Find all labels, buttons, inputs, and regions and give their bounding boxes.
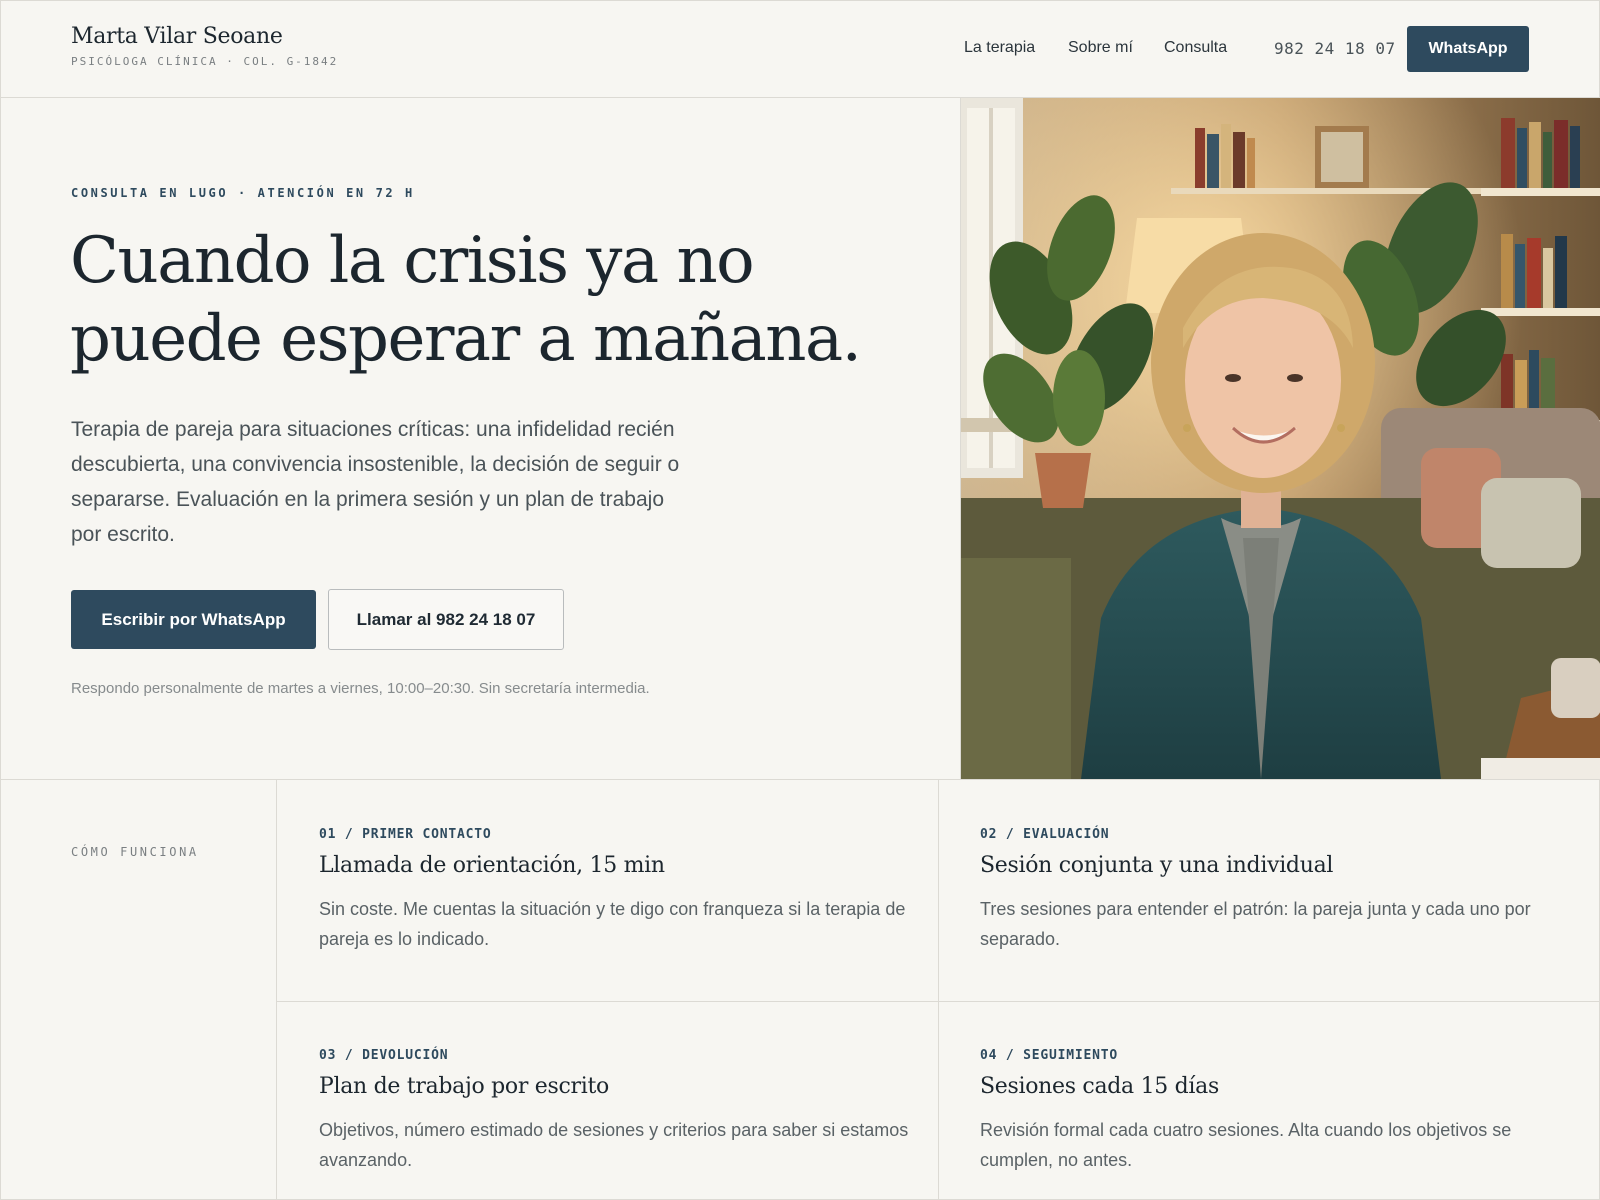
hero-lead: Terapia de pareja para situaciones críti…	[71, 418, 680, 546]
steps-section-label: CÓMO FUNCIONA	[71, 845, 199, 859]
brand[interactable]: Marta Vilar Seoane PSICÓLOGA CLÍNICA · C…	[71, 24, 338, 68]
hero-headline: Cuando la crisis ya no puede esperar a m…	[70, 224, 862, 376]
step-description: Sin coste. Me cuentas la situación y te …	[319, 899, 906, 949]
step-description: Objetivos, número estimado de sesiones y…	[319, 1120, 909, 1170]
call-cta-button[interactable]: Llamar al 982 24 18 07	[328, 589, 564, 650]
step-number: 02 / EVALUACIÓN	[980, 827, 1110, 842]
step-description: Revisión formal cada cuatro sesiones. Al…	[980, 1120, 1512, 1170]
how-it-works-section: CÓMO FUNCIONA 01 / PRIMER CONTACTO Llama…	[0, 779, 1600, 1200]
nav-link-sobre-mi[interactable]: Sobre mí	[1068, 39, 1133, 57]
whatsapp-cta-button[interactable]: Escribir por WhatsApp	[71, 590, 316, 649]
step-title: Sesión conjunta y una individual	[980, 853, 1334, 878]
step-card: 01 / PRIMER CONTACTO Llamada de orientac…	[319, 827, 919, 954]
column-divider	[276, 780, 277, 1200]
step-title: Plan de trabajo por escrito	[319, 1074, 609, 1099]
step-number: 01 / PRIMER CONTACTO	[319, 827, 492, 842]
row-divider	[276, 1001, 1600, 1002]
step-number: 04 / SEGUIMIENTO	[980, 1048, 1119, 1063]
therapist-portrait-photo	[960, 98, 1600, 779]
brand-subtitle: PSICÓLOGA CLÍNICA · COL. G-1842	[71, 55, 339, 68]
nav-link-terapia[interactable]: La terapia	[964, 39, 1035, 57]
step-card: 03 / DEVOLUCIÓN Plan de trabajo por escr…	[319, 1048, 919, 1175]
hero: CONSULTA EN LUGO · ATENCIÓN EN 72 H Cuan…	[0, 98, 960, 779]
brand-name: Marta Vilar Seoane	[71, 24, 283, 49]
hero-kicker: CONSULTA EN LUGO · ATENCIÓN EN 72 H	[71, 186, 415, 200]
column-divider	[938, 780, 939, 1200]
availability-note: Respondo personalmente de martes a viern…	[71, 680, 650, 697]
step-number: 03 / DEVOLUCIÓN	[319, 1048, 449, 1063]
header-whatsapp-button[interactable]: WhatsApp	[1407, 26, 1529, 72]
step-title: Llamada de orientación, 15 min	[319, 853, 665, 878]
header-phone-link[interactable]: 982 24 18 07	[1274, 39, 1396, 58]
site-header: Marta Vilar Seoane PSICÓLOGA CLÍNICA · C…	[0, 0, 1600, 98]
step-description: Tres sesiones para entender el patrón: l…	[980, 899, 1531, 949]
nav-link-consulta[interactable]: Consulta	[1164, 39, 1227, 57]
step-card: 04 / SEGUIMIENTO Sesiones cada 15 días R…	[980, 1048, 1580, 1175]
step-title: Sesiones cada 15 días	[980, 1074, 1219, 1099]
step-card: 02 / EVALUACIÓN Sesión conjunta y una in…	[980, 827, 1580, 954]
